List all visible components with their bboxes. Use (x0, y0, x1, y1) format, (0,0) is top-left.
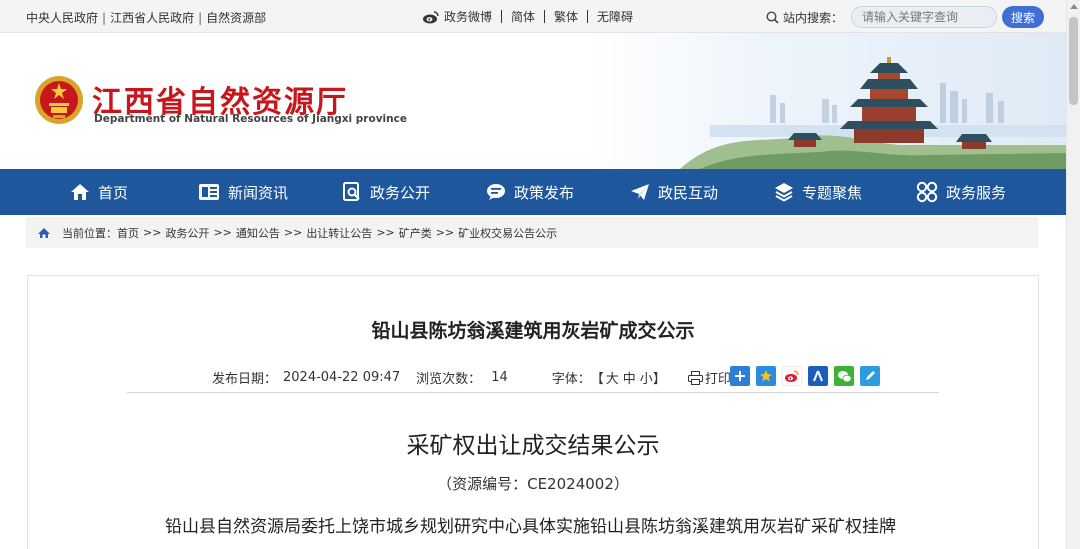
divider (501, 10, 503, 23)
resource-number: （资源编号：CE2024002） (437, 475, 629, 493)
share-plus-icon[interactable] (730, 366, 750, 386)
link-ministry[interactable]: 自然资源部 (206, 11, 266, 25)
search-label: 站内搜索： (783, 10, 844, 25)
national-emblem-icon[interactable] (32, 73, 86, 127)
traditional-chinese-link[interactable]: 繁体 (554, 8, 578, 25)
breadcrumb-arrow: >> (143, 226, 162, 239)
nav-item-policy[interactable]: 政策发布 (486, 169, 574, 215)
nav-label: 政务服务 (946, 183, 1007, 202)
nav-item-services[interactable]: 政务服务 (916, 169, 1006, 215)
meta-divider (127, 392, 939, 393)
location-home-icon (38, 227, 50, 238)
link-central-gov[interactable]: 中央人民政府 (26, 11, 98, 25)
nav-item-topics[interactable]: 专题聚焦 (774, 169, 862, 215)
breadcrumb: 当前位置： 首页 >> 政务公开 >> 通知公告 >> 出让转让公告 >> 矿产类 >> … (26, 217, 1038, 248)
article-meta: 发布日期： 2024-04-22 09:47 浏览次数： 14 字体： 【 大 … (212, 368, 731, 387)
nav-item-interaction[interactable]: 政民互动 (630, 169, 718, 215)
grid-circles-icon (916, 181, 938, 203)
link-jiangxi-gov[interactable]: 江西省人民政府 (110, 11, 194, 25)
news-icon (199, 184, 219, 200)
share-bar (730, 366, 886, 386)
edit-icon[interactable] (860, 366, 880, 386)
breadcrumb-item-minerals[interactable]: 矿产类 (399, 225, 432, 241)
search-icon (766, 10, 779, 24)
site-search: 站内搜索： 搜索 (766, 6, 1045, 28)
font-small-button[interactable]: 小 (640, 368, 653, 387)
article-title: 铅山县陈坊翁溪建筑用灰岩矿成交公示 (371, 320, 695, 342)
separator: | (198, 11, 203, 25)
qzone-icon[interactable] (756, 366, 776, 386)
breadcrumb-arrow: >> (283, 226, 303, 239)
vertical-scrollbar[interactable] (1066, 0, 1080, 549)
bracket-open: 【 (590, 372, 604, 387)
article-subheading: 采矿权出让成交结果公示 (406, 433, 660, 459)
nav-label: 首页 (98, 183, 129, 202)
print-label: 打印 (704, 372, 731, 387)
breadcrumb-item-notices[interactable]: 通知公告 (236, 225, 280, 241)
scroll-up-arrow-icon[interactable] (1070, 4, 1078, 9)
font-size-label: 字体： (551, 372, 591, 387)
nav-label: 专题聚焦 (802, 183, 863, 202)
breadcrumb-arrow: >> (213, 226, 232, 239)
nav-item-news[interactable]: 新闻资讯 (198, 169, 288, 215)
nav-item-home[interactable]: 首页 (70, 169, 128, 215)
view-count: 14 (491, 370, 508, 385)
breadcrumb-item-home[interactable]: 首页 (117, 225, 139, 241)
gov-links: 中央人民政府 | 江西省人民政府 | 自然资源部 (26, 9, 266, 26)
home-icon (71, 184, 89, 200)
print-button[interactable]: 打印 (687, 368, 731, 387)
breadcrumb-prefix: 当前位置： (62, 226, 117, 240)
nav-label: 新闻资讯 (228, 183, 289, 202)
document-search-icon (343, 182, 360, 201)
printer-icon (687, 370, 703, 385)
tengwang-pavilion-illustration (680, 57, 1066, 169)
simplified-chinese-link[interactable]: 简体 (511, 8, 535, 25)
paper-plane-icon (631, 184, 649, 200)
weibo-link[interactable]: 政务微博 (444, 8, 492, 25)
search-button[interactable]: 搜索 (1002, 6, 1045, 28)
font-large-button[interactable]: 大 (606, 368, 619, 387)
top-utility-bar: 中央人民政府 | 江西省人民政府 | 自然资源部 政务微博 简体 繁体 无障碍 站内搜索… (0, 0, 1066, 33)
wechat-icon[interactable] (834, 366, 854, 386)
divider (587, 10, 589, 23)
breadcrumb-arrow: >> (376, 226, 395, 239)
search-input[interactable] (851, 6, 998, 28)
weibo-share-icon[interactable] (782, 366, 802, 386)
divider (544, 10, 546, 23)
nav-item-gov-affairs[interactable]: 政务公开 (342, 169, 430, 215)
site-banner: 江西省自然资源厅 Department of Natural Resources… (0, 33, 1066, 169)
separator: | (102, 11, 107, 25)
site-name-english: Department of Natural Resources of Jiang… (94, 113, 407, 125)
breadcrumb-item-mining-rights[interactable]: 矿业权交易公告公示 (458, 225, 557, 241)
site-tools: 政务微博 简体 繁体 无障碍 (422, 8, 633, 25)
breadcrumb-arrow: >> (435, 226, 455, 239)
font-medium-button[interactable]: 中 (623, 368, 636, 387)
nav-label: 政民互动 (658, 183, 719, 202)
article-body: 铅山县自然资源局委托上饶市城乡规划研究中心具体实施铅山县陈坊翁溪建筑用灰岩矿采矿… (165, 517, 896, 537)
renren-icon[interactable] (808, 366, 828, 386)
bracket-close: 】 (652, 372, 666, 387)
views-label: 浏览次数： (416, 372, 482, 387)
nav-label: 政务公开 (370, 183, 431, 202)
breadcrumb-item-gov-affairs[interactable]: 政务公开 (165, 225, 209, 241)
main-nav: 首页 新闻资讯 政务公开 政策发布 政民互动 专题聚焦 政务服务 (0, 169, 1066, 215)
layers-icon (775, 183, 793, 202)
breadcrumb-item-transfer[interactable]: 出让转让公告 (306, 225, 372, 241)
publish-date: 2024-04-22 09:47 (283, 370, 401, 385)
date-label: 发布日期： (212, 372, 278, 387)
speech-bubble-icon (487, 184, 505, 200)
weibo-icon[interactable] (422, 10, 440, 24)
accessibility-link[interactable]: 无障碍 (597, 8, 633, 25)
nav-label: 政策发布 (514, 183, 575, 202)
scrollbar-thumb[interactable] (1069, 17, 1078, 105)
